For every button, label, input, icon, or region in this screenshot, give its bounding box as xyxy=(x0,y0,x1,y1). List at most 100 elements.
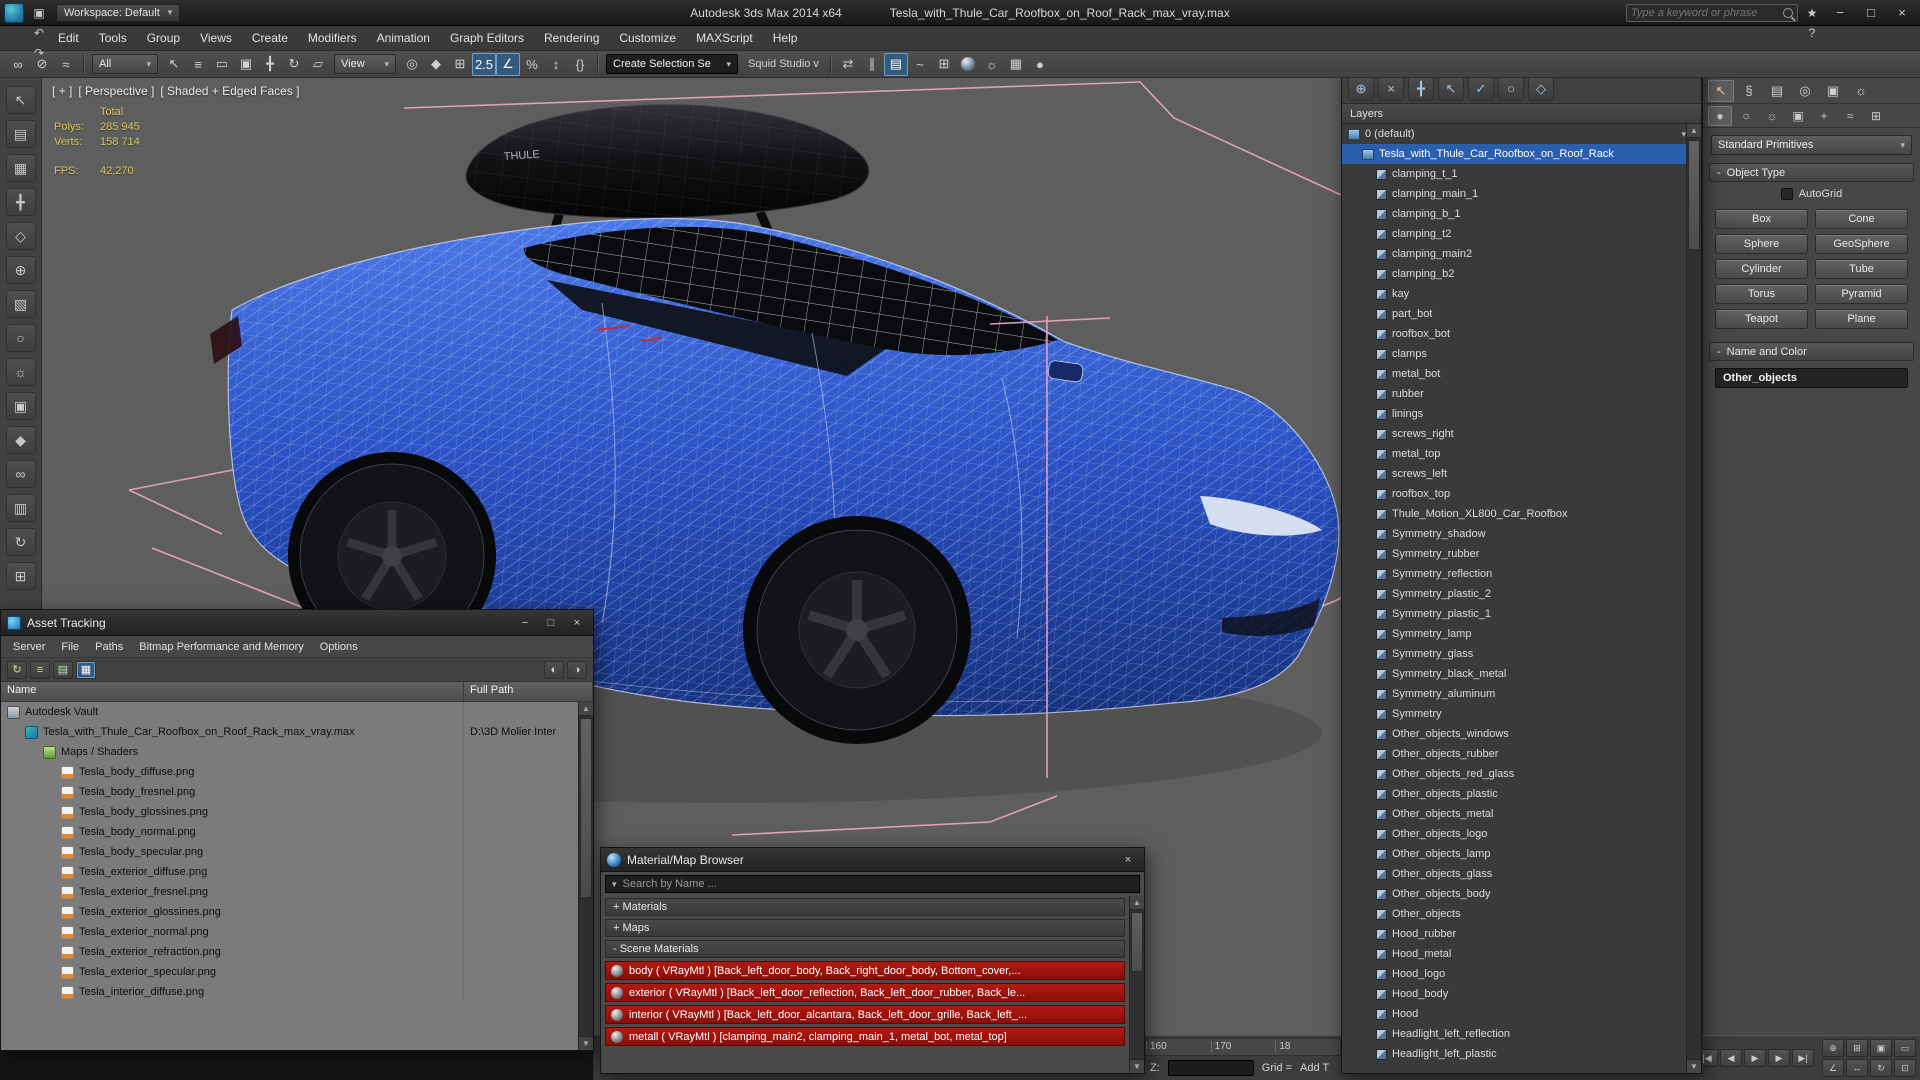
systems-icon[interactable]: ⊞ xyxy=(1864,106,1888,126)
select-and-link-icon[interactable]: ∞ xyxy=(6,53,30,76)
layer-object-row[interactable]: screws_right xyxy=(1342,424,1686,444)
freeze-layer-icon[interactable]: ◇ xyxy=(1528,77,1554,101)
modify-tab-icon[interactable]: § xyxy=(1736,80,1762,102)
maximize-icon[interactable]: □ xyxy=(541,615,561,631)
menu-item[interactable]: Modifiers xyxy=(298,26,367,50)
circle-tool-icon[interactable]: ○ xyxy=(6,324,36,352)
asset-tracking-titlebar[interactable]: Asset Tracking − □ × xyxy=(1,610,593,636)
name-color-rollout[interactable]: - Name and Color xyxy=(1709,342,1914,361)
hierarchy-tab-icon[interactable]: ▤ xyxy=(1764,80,1790,102)
layer-root-row[interactable]: 0 (default) ▾ xyxy=(1342,124,1686,144)
zoom-region-icon[interactable]: ▭ xyxy=(1894,1039,1916,1057)
asset-row[interactable]: Tesla_body_fresnel.png xyxy=(1,782,578,802)
layer-object-row[interactable]: Symmetry_rubber xyxy=(1342,544,1686,564)
layer-object-row[interactable]: kay xyxy=(1342,284,1686,304)
layer-object-row[interactable]: Headlight_left_plastic xyxy=(1342,1044,1686,1064)
asset-menu-item[interactable]: Server xyxy=(5,641,53,653)
layer-object-row[interactable]: Other_objects_glass xyxy=(1342,864,1686,884)
layer-object-row[interactable]: Hood_body xyxy=(1342,984,1686,1004)
layer-object-row[interactable]: roofbox_bot xyxy=(1342,324,1686,344)
layer-object-row[interactable]: clamps xyxy=(1342,344,1686,364)
viewport-pov-menu[interactable]: [ Perspective ] xyxy=(78,84,154,98)
workspace-dropdown[interactable]: Workspace: Default ▾ xyxy=(56,4,180,22)
window-tool-icon[interactable]: ⊞ xyxy=(6,562,36,590)
favorites-icon[interactable]: ★ xyxy=(1801,3,1823,23)
column-header-full-path[interactable]: Full Path xyxy=(464,682,593,701)
layer-object-row[interactable]: clamping_t_1 xyxy=(1342,164,1686,184)
primitive-button[interactable]: Plane xyxy=(1815,309,1908,329)
layer-object-row[interactable]: Other_objects xyxy=(1342,904,1686,924)
material-editor-icon[interactable] xyxy=(956,53,980,76)
pattern-tool-icon[interactable]: ▧ xyxy=(6,290,36,318)
select-and-manipulate-icon[interactable]: ◆ xyxy=(424,53,448,76)
add-to-layer-icon[interactable]: ╋ xyxy=(1408,77,1434,101)
scrollbar-thumb[interactable] xyxy=(580,718,592,898)
named-sets-icon[interactable]: {} xyxy=(568,53,592,76)
display-tab-icon[interactable]: ▣ xyxy=(1820,80,1846,102)
create-tab-icon[interactable]: ↖ xyxy=(1708,80,1734,102)
layer-object-row[interactable]: Hood_logo xyxy=(1342,964,1686,984)
minimize-icon[interactable]: − xyxy=(515,615,535,631)
list-view-icon[interactable]: ≡ xyxy=(30,661,50,679)
light-tool-icon[interactable]: ☼ xyxy=(6,358,36,386)
asset-row[interactable]: Tesla_body_specular.png xyxy=(1,842,578,862)
primitive-button[interactable]: Cone xyxy=(1815,209,1908,229)
asset-menu-item[interactable]: Paths xyxy=(87,641,131,653)
menu-item[interactable]: Customize xyxy=(609,26,686,50)
layer-object-row[interactable]: Symmetry_aluminum xyxy=(1342,684,1686,704)
asset-row[interactable]: Tesla_exterior_diffuse.png xyxy=(1,862,578,882)
layers-column-header[interactable]: Layers xyxy=(1342,104,1701,124)
shape-tool-icon[interactable]: ◇ xyxy=(6,222,36,250)
material-scrollbar[interactable]: ▲ ▼ xyxy=(1129,896,1144,1073)
search-input[interactable] xyxy=(1631,7,1779,19)
scroll-down-icon[interactable]: ▼ xyxy=(579,1036,593,1050)
layer-object-row[interactable]: Other_objects_red_glass xyxy=(1342,764,1686,784)
align-icon[interactable]: ∥ xyxy=(860,53,884,76)
time-tag-label[interactable]: Add T xyxy=(1300,1062,1329,1074)
rotate-tool-icon[interactable]: ↻ xyxy=(6,528,36,556)
primitive-button[interactable]: Teapot xyxy=(1715,309,1808,329)
scene-material-item[interactable]: exterior ( VRayMtl ) [Back_left_door_ref… xyxy=(605,983,1125,1002)
hide-layer-icon[interactable]: ○ xyxy=(1498,77,1524,101)
layer-object-row[interactable]: clamping_b_1 xyxy=(1342,204,1686,224)
asset-row[interactable]: Tesla_exterior_specular.png xyxy=(1,962,578,982)
layer-scrollbar[interactable]: ▲ ▼ xyxy=(1686,124,1701,1073)
search-icon[interactable] xyxy=(1783,8,1793,18)
primitive-button[interactable]: Sphere xyxy=(1715,234,1808,254)
scroll-down-icon[interactable]: ▼ xyxy=(1130,1059,1144,1073)
layer-object-row[interactable]: Thule_Motion_XL800_Car_Roofbox xyxy=(1342,504,1686,524)
primitive-button[interactable]: Box xyxy=(1715,209,1808,229)
asset-row[interactable]: Tesla_interior_diffuse.png xyxy=(1,982,578,1002)
snap-toggle-icon[interactable]: 2.5 xyxy=(472,53,496,76)
network-paths-icon[interactable]: ◐ xyxy=(544,661,564,679)
column-header-name[interactable]: Name xyxy=(1,682,464,701)
attach-tool-icon[interactable]: ⊕ xyxy=(6,256,36,284)
asset-scrollbar[interactable]: ▲ ▼ xyxy=(578,702,593,1050)
save-file-icon[interactable]: ▣ xyxy=(28,3,50,23)
scroll-up-icon[interactable]: ▲ xyxy=(1130,896,1144,910)
render-production-icon[interactable]: ● xyxy=(1028,53,1052,76)
material-search-field[interactable]: ▾ Search by Name ... xyxy=(605,875,1140,893)
asset-row[interactable]: Tesla_body_glossines.png xyxy=(1,802,578,822)
grid-view-icon[interactable]: ▦ xyxy=(76,661,96,679)
render-setup-icon[interactable]: ☼ xyxy=(980,53,1004,76)
menu-item[interactable]: Rendering xyxy=(534,26,609,50)
layer-object-row[interactable]: Symmetry_glass xyxy=(1342,644,1686,664)
layer-object-row[interactable]: Symmetry_plastic_1 xyxy=(1342,604,1686,624)
zoom-all-icon[interactable]: ⊞ xyxy=(1846,1039,1868,1057)
asset-menu-item[interactable]: Bitmap Performance and Memory xyxy=(131,641,311,653)
asset-menu-item[interactable]: File xyxy=(53,641,87,653)
maximize-button[interactable]: □ xyxy=(1857,3,1885,23)
material-group-header[interactable]: + Materials xyxy=(605,898,1125,916)
space-warps-icon[interactable]: ≈ xyxy=(1838,106,1862,126)
asset-row[interactable]: Tesla_exterior_normal.png xyxy=(1,922,578,942)
app-menu-button[interactable] xyxy=(4,3,24,23)
geometry-icon[interactable]: ● xyxy=(1708,106,1732,126)
lights-icon[interactable]: ☼ xyxy=(1760,106,1784,126)
undo-icon[interactable]: ↶ xyxy=(28,23,50,43)
select-and-move-icon[interactable]: ╋ xyxy=(258,53,282,76)
pan-icon[interactable]: ↔ xyxy=(1846,1059,1868,1077)
fov-icon[interactable]: ∠ xyxy=(1822,1059,1844,1077)
asset-row[interactable]: Tesla_exterior_glossines.png xyxy=(1,902,578,922)
help-icon[interactable]: ? xyxy=(1801,23,1823,43)
